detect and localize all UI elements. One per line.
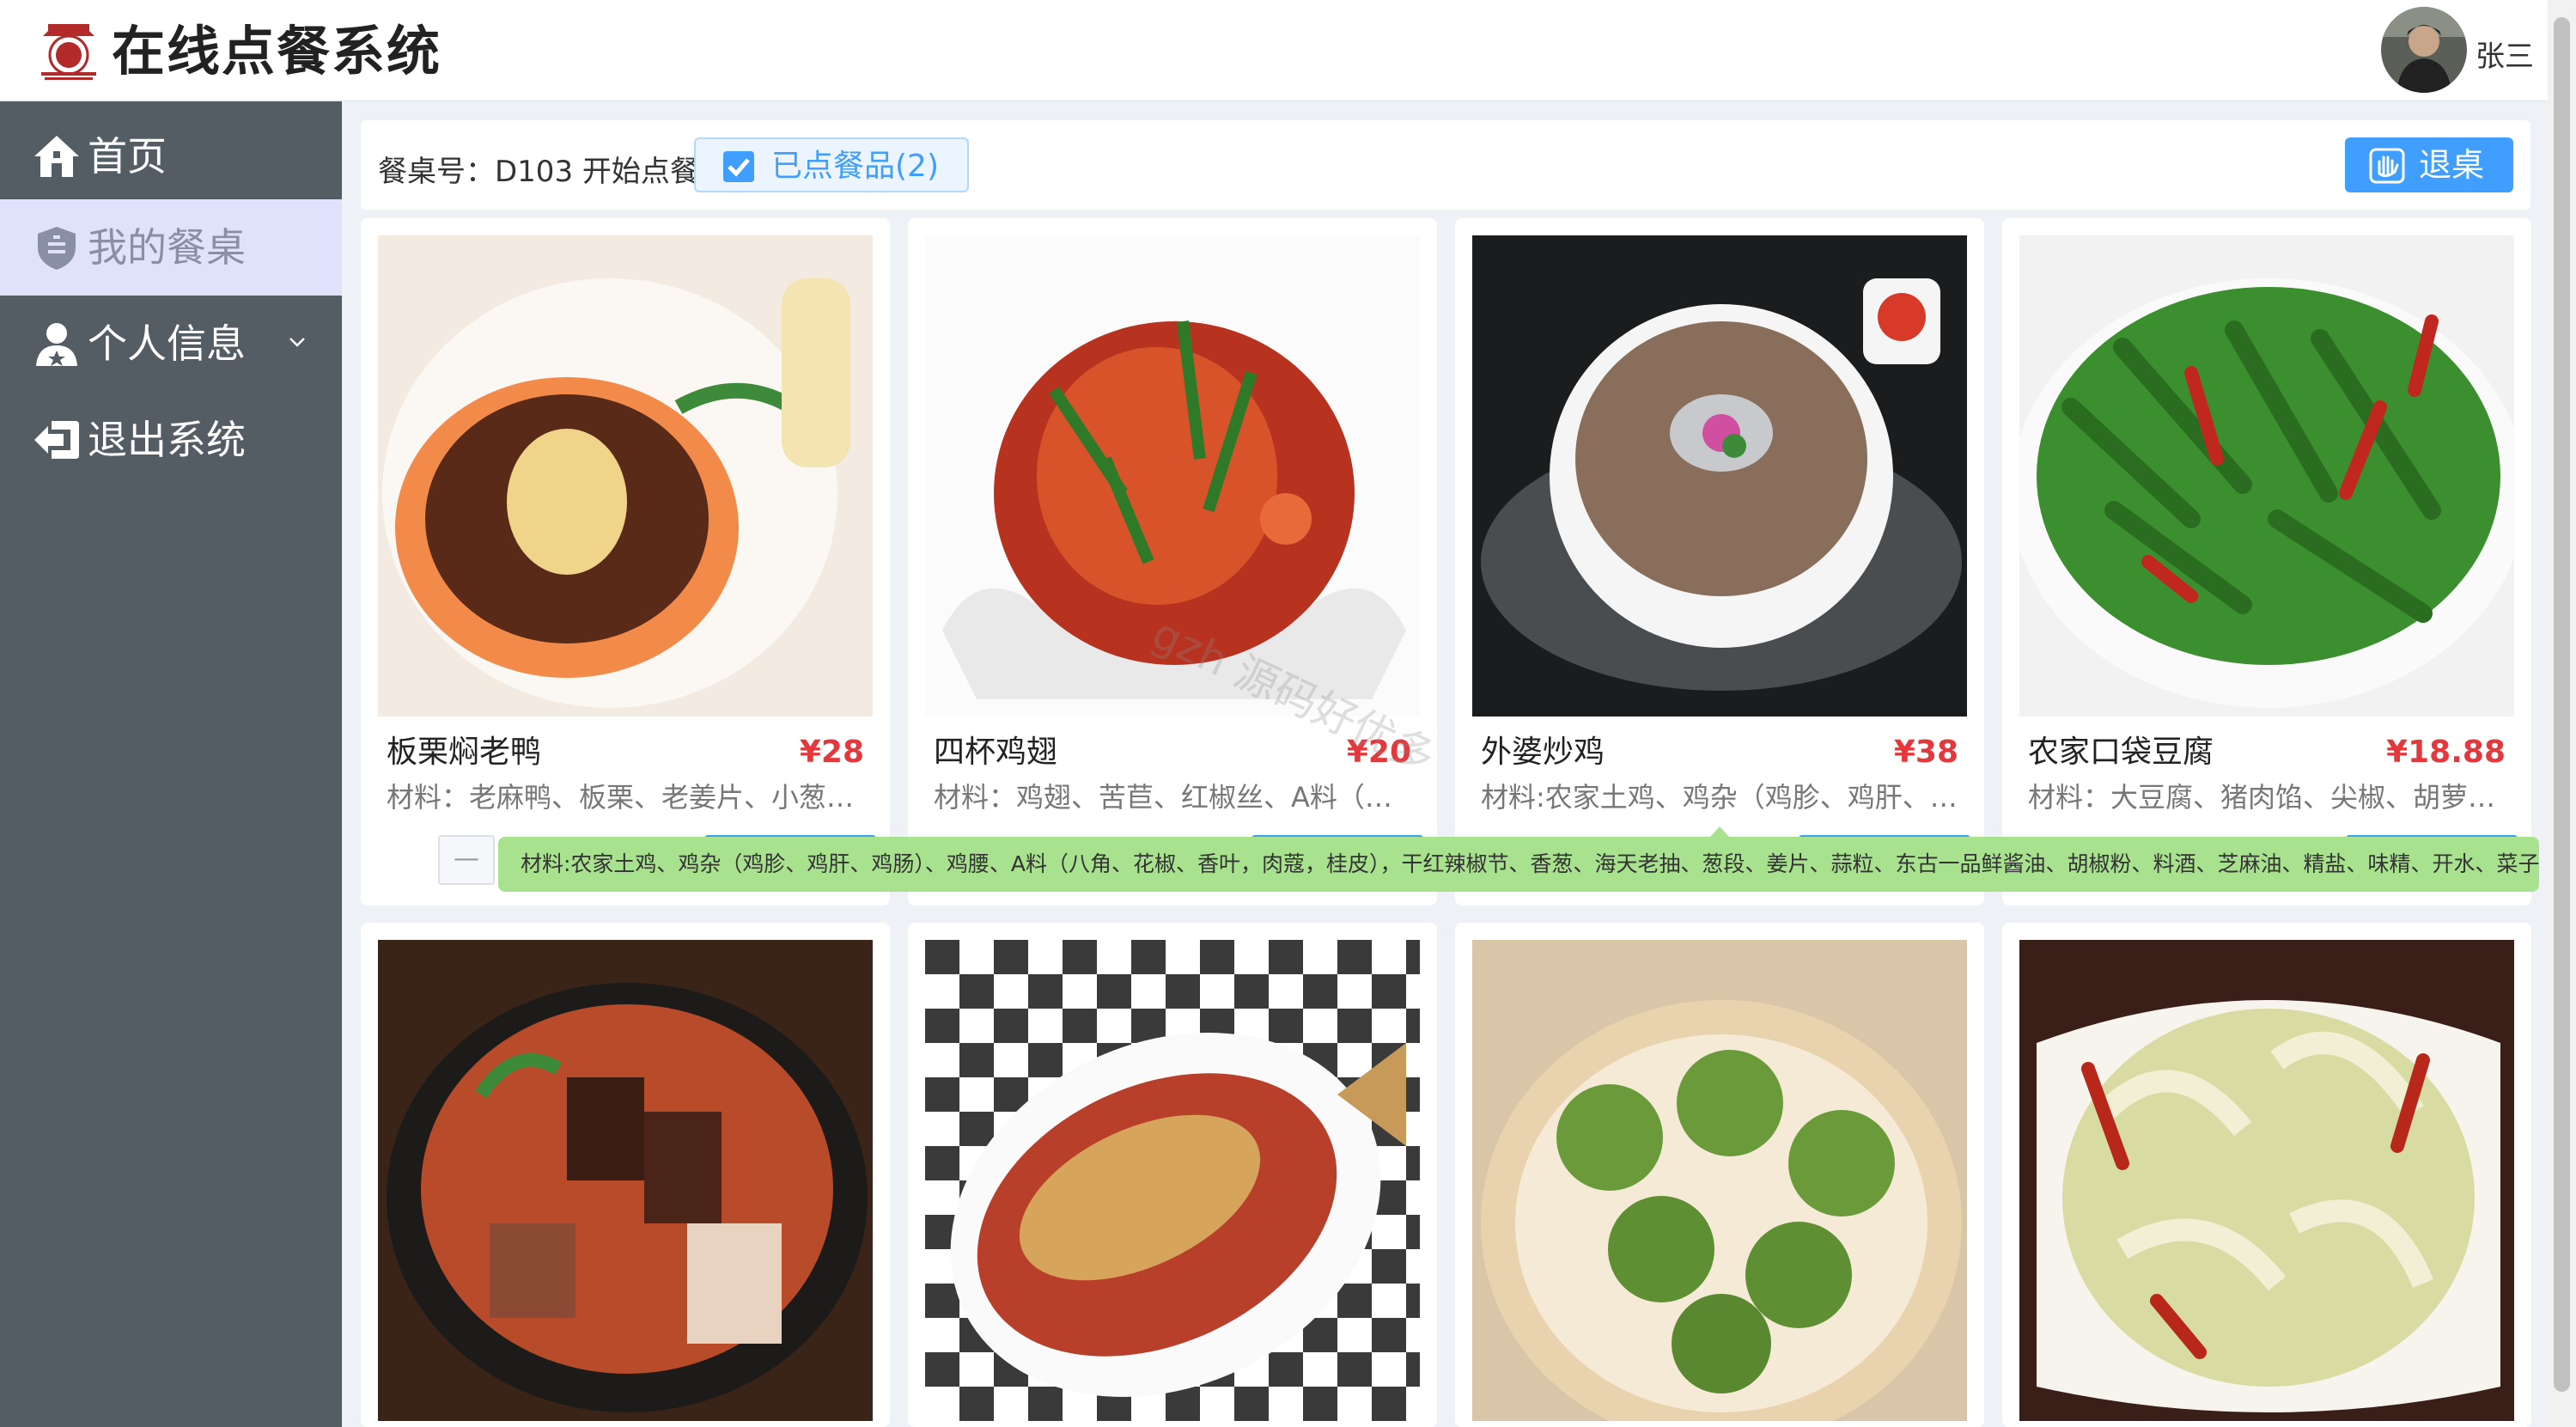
dish-image[interactable] (378, 235, 873, 717)
dish-description[interactable]: 材料：老麻鸭、板栗、老姜片、小葱… (387, 780, 868, 814)
home-icon (34, 136, 79, 177)
quantity-minus-button[interactable]: — (438, 835, 495, 885)
restaurant-logo (41, 24, 96, 80)
dish-image[interactable] (378, 940, 873, 1421)
dish-name: 板栗焖老鸭 (387, 735, 542, 770)
hand-wave-icon (2369, 148, 2405, 184)
chevron-down-icon (289, 338, 305, 347)
top-header: 在线点餐系统 张三 (0, 0, 2548, 101)
dish-price: ¥28 (799, 735, 864, 770)
exit-icon (34, 421, 79, 459)
dish-description[interactable]: 材料：鸡翅、苦苣、红椒丝、A料（… (934, 780, 1415, 814)
sidebar-item-label: 首页 (88, 133, 167, 180)
dish-card: 外婆炒鸡 ¥38 材料:农家土鸡、鸡杂（鸡胗、鸡肝、… (1455, 218, 1984, 906)
dish-name: 农家口袋豆腐 (2028, 735, 2214, 770)
sidebar-item-label: 我的餐桌 (88, 224, 246, 271)
dish-card (1455, 923, 1984, 1427)
dish-price: ¥18.88 (2386, 735, 2506, 770)
dish-card: 四杯鸡翅 ¥20 材料：鸡翅、苦苣、红椒丝、A料（… (908, 218, 1437, 906)
avatar[interactable] (2381, 7, 2467, 93)
sidebar: 首页 我的餐桌 个人信息 退出系统 (0, 101, 342, 1427)
dish-card (2002, 923, 2531, 1427)
sidebar-item-profile[interactable]: 个人信息 (0, 296, 342, 392)
dish-card (908, 923, 1437, 1427)
dish-card: 板栗焖老鸭 ¥28 材料：老麻鸭、板栗、老姜片、小葱… — (361, 218, 890, 906)
sidebar-item-logout[interactable]: 退出系统 (0, 392, 342, 488)
user-icon (36, 323, 77, 366)
dish-image[interactable] (1472, 235, 1967, 717)
sidebar-item-label: 退出系统 (88, 417, 246, 463)
dish-name: 四杯鸡翅 (934, 735, 1058, 770)
leave-table-label: 退桌 (2419, 146, 2485, 184)
sidebar-item-home[interactable]: 首页 (0, 108, 342, 204)
table-toolbar: 餐桌号：D103 开始点餐 已点餐品(2) 退桌 (361, 120, 2530, 210)
dish-image[interactable] (2019, 940, 2514, 1421)
dish-card: 农家口袋豆腐 ¥18.88 材料：大豆腐、猪肉馅、尖椒、胡萝… (2002, 218, 2531, 906)
ordered-items-button[interactable]: 已点餐品(2) (694, 137, 969, 192)
scrollbar-thumb[interactable] (2554, 17, 2570, 1392)
dish-price: ¥38 (1893, 735, 1958, 770)
table-number-label: 餐桌号：D103 开始点餐 (378, 155, 699, 189)
sidebar-item-my-table[interactable]: 我的餐桌 (0, 199, 342, 296)
dish-description[interactable]: 材料：大豆腐、猪肉馅、尖椒、胡萝… (2028, 780, 2509, 814)
sidebar-item-label: 个人信息 (88, 320, 246, 367)
app-title: 在线点餐系统 (112, 20, 442, 82)
leave-table-button[interactable]: 退桌 (2345, 137, 2513, 192)
ingredients-tooltip: 材料:农家土鸡、鸡杂（鸡胗、鸡肝、鸡肠）、鸡腰、A料（八角、花椒、香叶，肉蔻，桂… (498, 837, 2539, 892)
dish-card (361, 923, 890, 1427)
dish-image[interactable] (1472, 940, 1967, 1421)
dish-name: 外婆炒鸡 (1481, 735, 1605, 770)
dish-image[interactable] (925, 940, 1420, 1421)
dish-description[interactable]: 材料:农家土鸡、鸡杂（鸡胗、鸡肝、… (1481, 780, 1962, 814)
page-scrollbar[interactable] (2548, 0, 2576, 1427)
dish-image[interactable] (2019, 235, 2514, 717)
username[interactable]: 张三 (2476, 33, 2534, 75)
checkbox-icon (723, 151, 754, 182)
ordered-items-label: 已点餐品(2) (771, 149, 939, 184)
shield-icon (38, 227, 76, 270)
